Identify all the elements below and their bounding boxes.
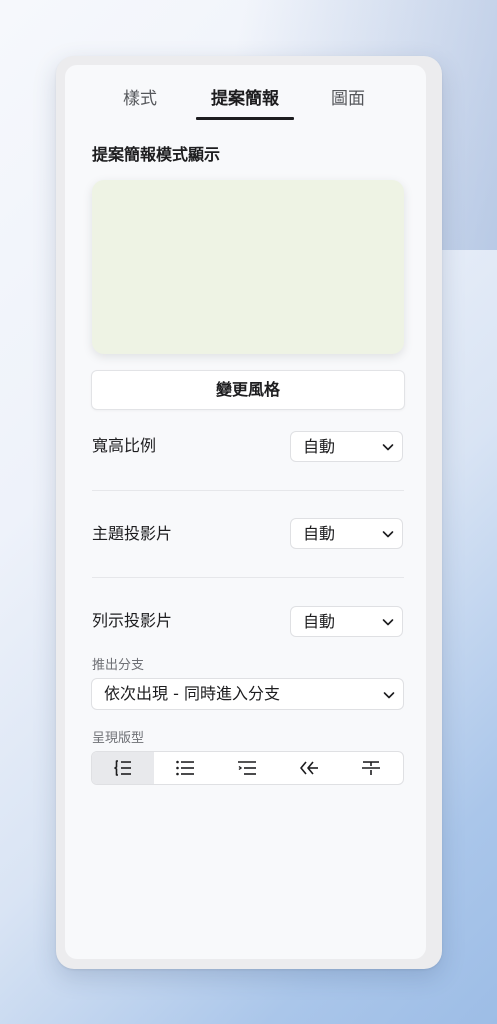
change-style-button[interactable]: 變更風格 [91,370,405,410]
aspect-ratio-select[interactable]: 自動 [290,431,403,462]
branch-arrow-icon [300,761,318,775]
settings-panel: 樣式 提案簡報 圖面 提案簡報模式顯示 變更風格 寬高比例 自動 主題投影片 自… [65,65,426,959]
aspect-ratio-label: 寬高比例 [92,436,157,455]
split-icon [362,761,380,775]
divider [92,577,404,578]
divider [92,490,404,491]
panel-frame: 樣式 提案簡報 圖面 提案簡報模式顯示 變更風格 寬高比例 自動 主題投影片 自… [56,56,442,969]
layout-label: 呈現版型 [92,731,145,746]
tab-bar: 樣式 提案簡報 圖面 [65,65,426,121]
aspect-ratio-value: 自動 [303,437,336,456]
branch-label: 推出分支 [92,658,145,673]
tab-drawing[interactable]: 圖面 [321,87,375,111]
branch-select[interactable]: 依次出現 - 同時進入分支 [91,678,404,710]
layout-option-bracket-list[interactable] [92,752,154,784]
layout-option-split[interactable] [340,752,402,784]
layout-segmented-control [91,751,404,785]
chevron-down-icon [382,531,394,538]
layout-option-branch-arrow[interactable] [278,752,340,784]
title-slide-label: 主題投影片 [92,524,173,543]
bracket-list-icon [114,760,131,776]
title-slide-select[interactable]: 自動 [290,518,403,549]
chevron-down-icon [382,619,394,626]
list-slide-value: 自動 [303,612,336,631]
style-preview-thumbnail[interactable] [92,180,404,354]
chevron-down-icon [383,692,395,699]
layout-option-indented-list[interactable] [216,752,278,784]
list-slide-select[interactable]: 自動 [290,606,403,637]
section-title: 提案簡報模式顯示 [92,145,221,164]
tab-style[interactable]: 樣式 [113,87,167,111]
bullet-list-icon [176,760,194,776]
tab-presentation[interactable]: 提案簡報 [205,87,285,111]
indented-list-icon [238,761,256,775]
chevron-down-icon [382,444,394,451]
list-slide-label: 列示投影片 [92,611,173,630]
branch-value: 依次出現 - 同時進入分支 [104,684,280,703]
active-tab-indicator [196,117,294,120]
title-slide-value: 自動 [303,524,336,543]
layout-option-bullet-list[interactable] [154,752,216,784]
